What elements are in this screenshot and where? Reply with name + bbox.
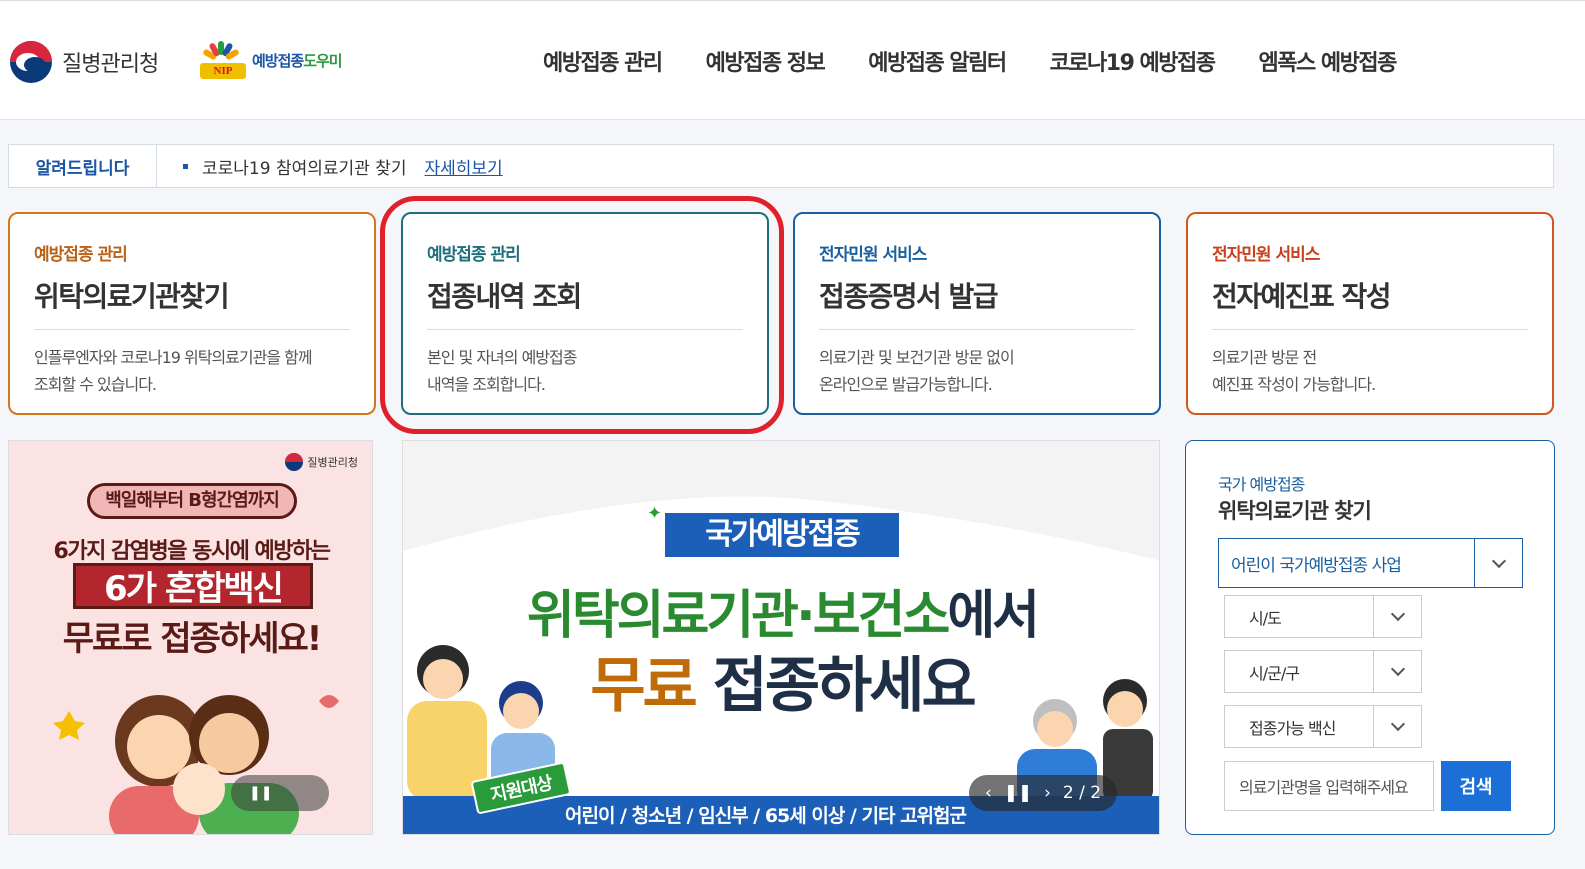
prev-arrow-icon[interactable]: ‹ [985, 783, 992, 803]
card-divider [34, 329, 350, 330]
card-category: 전자민원 서비스 [1212, 245, 1320, 265]
card-e-prescreening[interactable]: 전자민원 서비스 전자예진표 작성 의료기관 방문 전 예진표 작성이 가능합니다… [1186, 212, 1554, 415]
nip-badge: NIP [200, 63, 246, 79]
promo-banner-hexavalent[interactable]: 질병관리청 백일해부터 B형간염까지 6가지 감염병을 동시에 예방하는 6가 … [8, 440, 373, 835]
card-vaccination-history[interactable]: 예방접종 관리 접종내역 조회 본인 및 자녀의 예방접종 내역을 조회합니다. [401, 212, 769, 415]
next-arrow-icon[interactable]: › [1044, 783, 1051, 803]
card-title: 전자예진표 작성 [1212, 280, 1392, 313]
banner-line2: 6가 혼합백신 [73, 563, 313, 609]
org-name: 질병관리청 [62, 52, 159, 77]
notice-text[interactable]: 코로나19 참여의료기관 찾기 [202, 154, 406, 179]
kdca-emblem-icon [285, 453, 304, 471]
notice-label: 알려드립니다 [9, 145, 157, 187]
finder-title: 위탁의료기관 찾기 [1218, 499, 1372, 523]
pause-icon[interactable]: ❚❚ [249, 785, 272, 801]
bullet-icon [183, 163, 188, 169]
kdca-logo[interactable]: 질병관리청 [10, 41, 159, 83]
chevron-down-icon[interactable] [1373, 596, 1421, 637]
chevron-down-icon[interactable] [1474, 539, 1522, 587]
program-select[interactable]: 어린이 국가예방접종 사업 [1218, 538, 1523, 588]
chevron-down-icon[interactable] [1373, 706, 1421, 747]
card-description: 인플루엔자와 코로나19 위탁의료기관을 함께 조회할 수 있습니다. [34, 348, 313, 394]
main-nav: 예방접종 관리 예방접종 정보 예방접종 알림터 코로나19 예방접종 엠폭스 … [543, 45, 1440, 77]
promo-banner-national-vaccination[interactable]: ✦ 국가예방접종 위탁의료기관·보건소에서 무료 접종하세요 지원대상 어린이 … [402, 440, 1160, 835]
card-certificate-issue[interactable]: 전자민원 서비스 접종증명서 발급 의료기관 및 보건기관 방문 없이 온라인으로… [793, 212, 1161, 415]
clinic-finder-panel: 국가 예방접종 위탁의료기관 찾기 어린이 국가예방접종 사업 시/도 시/군/… [1185, 440, 1555, 835]
region-select[interactable]: 시/도 [1224, 595, 1422, 638]
slide-pager: 2 / 2 [1062, 783, 1102, 803]
nav-vaccination-info[interactable]: 예방접종 정보 [706, 45, 826, 77]
banner-left-controls[interactable]: ❚❚ [231, 775, 329, 811]
search-button[interactable]: 검색 [1441, 761, 1511, 811]
nip-logo[interactable]: NIP 예방접종도우미 [198, 41, 343, 79]
clinic-name-input[interactable]: 의료기관명을 입력해주세요 [1224, 761, 1434, 811]
vaccine-select[interactable]: 접종가능 백신 [1224, 705, 1422, 748]
kdca-emblem-icon [10, 41, 52, 83]
chevron-down-icon[interactable] [1373, 651, 1421, 692]
notice-bar: 알려드립니다 코로나19 참여의료기관 찾기 자세히보기 [8, 144, 1554, 188]
card-title: 접종증명서 발급 [819, 280, 999, 313]
card-title: 위탁의료기관찾기 [34, 280, 230, 313]
district-select[interactable]: 시/군/구 [1224, 650, 1422, 693]
pause-icon[interactable]: ❚❚ [1004, 783, 1033, 803]
card-divider [1212, 329, 1528, 330]
nip-name: 예방접종도우미 [252, 51, 343, 70]
notice-more-link[interactable]: 자세히보기 [424, 154, 502, 179]
card-description: 본인 및 자녀의 예방접종 내역을 조회합니다. [427, 348, 577, 394]
nav-vaccination-news[interactable]: 예방접종 알림터 [868, 45, 1007, 77]
banner-line3: 무료로 접종하세요! [62, 619, 323, 659]
finder-subtitle: 국가 예방접종 [1218, 475, 1305, 494]
banner-pill: 백일해부터 B형간염까지 [87, 483, 297, 519]
star-icon: ✦ [647, 503, 663, 524]
nav-vaccination-management[interactable]: 예방접종 관리 [543, 45, 663, 77]
card-find-clinic[interactable]: 예방접종 관리 위탁의료기관찾기 인플루엔자와 코로나19 위탁의료기관을 함께… [8, 212, 376, 415]
nav-mpox-vaccination[interactable]: 엠폭스 예방접종 [1259, 45, 1398, 77]
card-divider [819, 329, 1135, 330]
card-category: 예방접종 관리 [34, 245, 128, 265]
card-category: 예방접종 관리 [427, 245, 521, 265]
banner-mid-controls: ‹ ❚❚ › 2 / 2 [969, 775, 1117, 811]
nav-covid19-vaccination[interactable]: 코로나19 예방접종 [1050, 45, 1216, 77]
card-description: 의료기관 방문 전 예진표 작성이 가능합니다. [1212, 348, 1376, 394]
card-title: 접종내역 조회 [427, 280, 582, 313]
card-category: 전자민원 서비스 [819, 245, 927, 265]
card-description: 의료기관 및 보건기관 방문 없이 온라인으로 발급가능합니다. [819, 348, 1015, 394]
target-groups: 어린이 / 청소년 / 임신부 / 65세 이상 / 기타 고위험군 [565, 805, 967, 827]
card-divider [427, 329, 743, 330]
banner-org: 질병관리청 [285, 453, 358, 471]
banner-tag: 국가예방접종 [665, 513, 899, 557]
header: 질병관리청 NIP 예방접종도우미 예방접종 관리 예방접종 정보 예방접종 알… [0, 0, 1585, 120]
nip-sun-icon: NIP [198, 41, 246, 79]
banner-line1: 6가지 감염병을 동시에 예방하는 [53, 539, 331, 564]
